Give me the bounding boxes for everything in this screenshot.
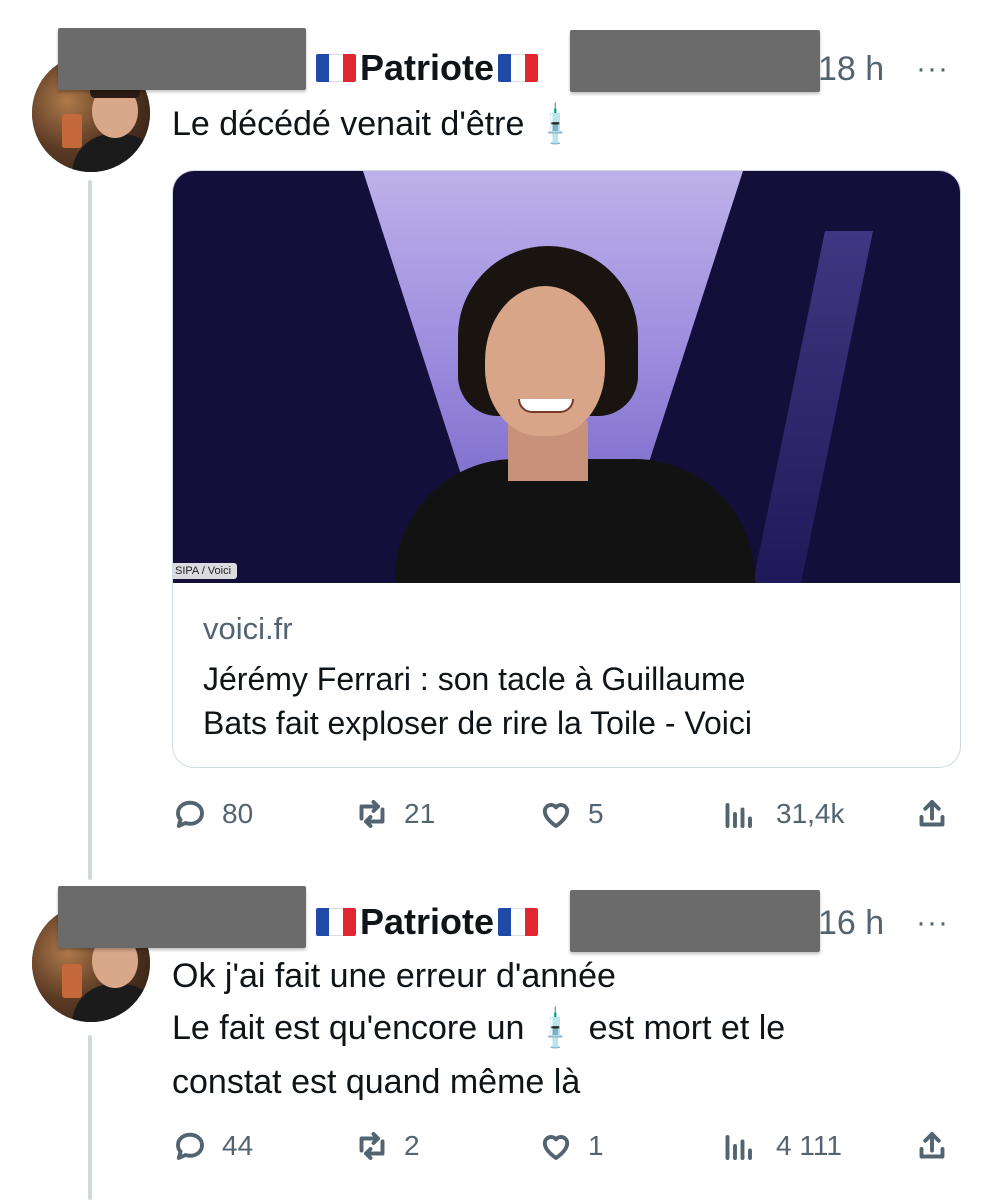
card-domain: voici.fr xyxy=(203,611,293,646)
redacted-handle xyxy=(58,28,306,90)
tweet-text: Ok j'ai fait une erreur d'année Le fait … xyxy=(172,957,786,1101)
redacted-username xyxy=(570,890,820,952)
syringe-icon: 💉 xyxy=(531,1004,582,1055)
flag-fr-icon xyxy=(498,908,539,936)
views-button[interactable]: 31,4k xyxy=(720,790,845,838)
flag-fr-icon xyxy=(498,54,539,82)
card-image[interactable]: SIPA / Voici xyxy=(173,171,960,583)
action-bar: 80 21 5 31,4k xyxy=(172,790,962,838)
link-card[interactable]: SIPA / Voici voici.fr Jérémy Ferrari : s… xyxy=(172,170,961,768)
reply-button[interactable]: 80 xyxy=(172,790,253,838)
display-name: Patriote xyxy=(360,47,495,88)
author-name[interactable]: Patriote xyxy=(312,902,542,942)
repost-button[interactable]: 21 xyxy=(354,790,435,838)
share-icon xyxy=(919,1132,945,1159)
reply-icon xyxy=(176,800,204,828)
syringe-icon: 💉 xyxy=(531,100,582,151)
repost-button[interactable]: 2 xyxy=(354,1122,420,1170)
more-options-icon[interactable]: ··· xyxy=(916,52,949,86)
author-name[interactable]: Patriote xyxy=(312,48,542,88)
heart-icon xyxy=(542,1135,570,1160)
views-button[interactable]: 4 111 xyxy=(720,1122,842,1170)
views-icon xyxy=(725,1135,752,1160)
repost-icon xyxy=(359,800,385,828)
action-bar: 44 2 1 4 111 xyxy=(172,1122,962,1170)
tweet[interactable]: Patriote 16 h ··· Ok j'ai fait une erreu… xyxy=(0,860,994,1200)
flag-fr-icon xyxy=(316,54,356,82)
share-button[interactable] xyxy=(914,1122,964,1170)
redacted-username xyxy=(570,30,820,92)
views-icon xyxy=(725,803,752,828)
flag-fr-icon xyxy=(316,908,356,936)
like-button[interactable]: 5 xyxy=(538,790,604,838)
image-credit: SIPA / Voici xyxy=(173,563,238,579)
reply-icon xyxy=(176,1132,204,1160)
timestamp[interactable]: 16 h xyxy=(818,904,884,943)
tweet-text: Le décédé venait d'être 💉 xyxy=(172,98,581,152)
reply-button[interactable]: 44 xyxy=(172,1122,253,1170)
repost-icon xyxy=(359,1132,385,1160)
card-title: Jérémy Ferrari : son tacle à Guillaume B… xyxy=(203,661,752,741)
timestamp[interactable]: 18 h xyxy=(818,50,884,89)
heart-icon xyxy=(542,803,570,828)
share-button[interactable] xyxy=(914,790,964,838)
like-button[interactable]: 1 xyxy=(538,1122,604,1170)
more-options-icon[interactable]: ··· xyxy=(916,906,949,940)
redacted-handle xyxy=(58,886,306,948)
share-icon xyxy=(919,800,945,827)
tweet[interactable]: Patriote 18 h ··· Le décédé venait d'êtr… xyxy=(0,0,994,860)
display-name: Patriote xyxy=(360,901,495,942)
